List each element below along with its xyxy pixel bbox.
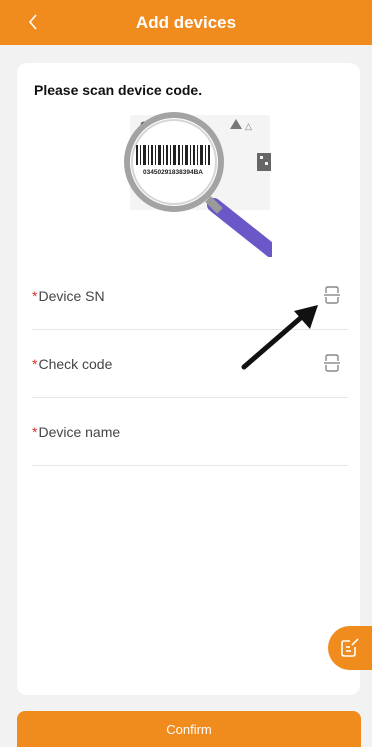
check-code-label: Check code [38, 356, 113, 372]
scan-prompt: Please scan device code. [34, 82, 203, 98]
device-sn-label: Device SN [38, 288, 105, 304]
scan-icon[interactable] [322, 353, 342, 373]
chevron-left-icon [28, 14, 37, 30]
header-bar: Add devices [0, 0, 372, 45]
barcode-number: 03450291838394BA [143, 169, 203, 176]
page-title: Add devices [135, 12, 237, 32]
feedback-button[interactable] [328, 626, 372, 670]
required-mark: * [32, 356, 38, 372]
confirm-button[interactable]: Confirm [17, 711, 361, 747]
back-button[interactable] [22, 11, 44, 33]
required-mark: * [32, 288, 38, 304]
device-name-field[interactable]: * Device name [32, 399, 348, 466]
required-mark: * [32, 424, 38, 440]
device-name-label: Device name [38, 424, 121, 440]
barcode-magnifier-illustration: CE △ 03450291838394BA [124, 112, 272, 257]
svg-text:△: △ [245, 121, 252, 131]
scan-icon[interactable] [322, 285, 342, 305]
feedback-edit-icon [341, 638, 359, 657]
pointer-arrow-annotation [241, 305, 318, 370]
form-card: Please scan device code. CE △ 034502918 [17, 63, 360, 695]
